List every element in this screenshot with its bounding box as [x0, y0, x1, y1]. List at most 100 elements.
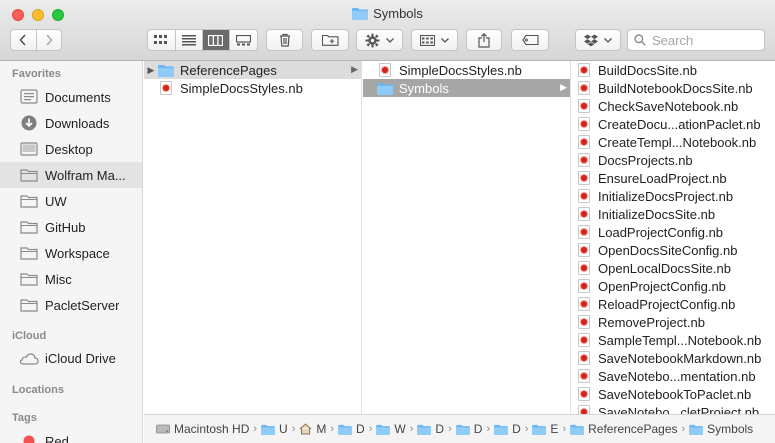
list-item[interactable]: BuildNotebookDocsSite.nb — [572, 79, 775, 97]
list-item[interactable]: SaveNotebookMarkdown.nb — [572, 349, 775, 367]
list-item[interactable]: SaveNotebookToPaclet.nb — [572, 385, 775, 403]
list-item[interactable]: LoadProjectConfig.nb — [572, 223, 775, 241]
new-folder-button[interactable] — [311, 29, 349, 51]
list-item[interactable]: ReloadProjectConfig.nb — [572, 295, 775, 313]
list-item[interactable]: SaveNotebo...cletProject.nb — [572, 403, 775, 414]
toolbar: Symbols Search — [0, 0, 775, 61]
arrange-menu-button[interactable] — [411, 29, 458, 51]
notebook-file-icon — [377, 63, 393, 77]
search-field[interactable]: Search — [627, 29, 765, 51]
path-segment[interactable]: D — [455, 422, 482, 436]
home-icon — [299, 423, 312, 435]
sidebar-header-locations: Locations — [12, 384, 64, 396]
path-segment-label: E — [550, 422, 559, 436]
list-item[interactable]: BuildDocsSite.nb — [572, 61, 775, 79]
list-item[interactable]: OpenLocalDocsSite.nb — [572, 259, 775, 277]
path-segment-label: D — [512, 422, 521, 436]
sidebar-item-workspace[interactable]: Workspace — [0, 240, 142, 266]
list-view-button[interactable] — [176, 30, 203, 50]
sidebar-item-wolfram[interactable]: Wolfram Ma... — [0, 162, 142, 188]
list-item[interactable]: SaveNotebo...mentation.nb — [572, 367, 775, 385]
list-item-label: InitializeDocsSite.nb — [598, 206, 716, 222]
path-segment[interactable]: D — [338, 422, 365, 436]
path-segment[interactable]: D — [417, 422, 444, 436]
sidebar-item-github[interactable]: GitHub — [0, 214, 142, 240]
sidebar-item-label: Wolfram Ma... — [45, 167, 126, 183]
sidebar-item-tag-red[interactable]: Red — [0, 428, 142, 443]
path-segment[interactable]: W — [376, 422, 406, 436]
dropbox-menu-button[interactable] — [575, 29, 621, 51]
list-item[interactable]: OpenProjectConfig.nb — [572, 277, 775, 295]
path-segment[interactable]: M — [299, 422, 326, 436]
folder-icon — [377, 81, 393, 95]
path-segment[interactable]: Macintosh HD — [156, 422, 249, 436]
list-item-label: SimpleDocsStyles.nb — [180, 80, 303, 96]
folder-icon — [352, 8, 369, 20]
list-item[interactable]: Symbols ▶ — [363, 79, 570, 97]
search-placeholder: Search — [652, 32, 694, 48]
back-button[interactable] — [11, 30, 37, 50]
path-segment[interactable]: U — [261, 422, 288, 436]
path-segment[interactable]: D — [494, 422, 521, 436]
list-item[interactable]: ▶ ReferencePages ▶ — [144, 61, 361, 79]
list-item[interactable]: CreateDocu...ationPaclet.nb — [572, 115, 775, 133]
folder-icon — [19, 271, 39, 287]
sidebar-item-label: Downloads — [45, 115, 110, 131]
disk-icon — [156, 423, 170, 435]
folder-icon — [19, 245, 39, 261]
sidebar-item-downloads[interactable]: Downloads — [0, 110, 142, 136]
sidebar-item-uw[interactable]: UW — [0, 188, 142, 214]
downloads-icon — [19, 115, 39, 131]
window-title: Symbols — [0, 6, 775, 21]
path-segment[interactable]: ReferencePages — [570, 422, 678, 436]
list-item[interactable]: InitializeDocsSite.nb — [572, 205, 775, 223]
sidebar-item-icloud-drive[interactable]: iCloud Drive — [0, 345, 142, 371]
forward-button[interactable] — [37, 30, 62, 50]
list-item[interactable]: CreateTempl...Notebook.nb — [572, 133, 775, 151]
edit-tags-button[interactable] — [511, 29, 549, 51]
list-item[interactable]: RemoveProject.nb — [572, 313, 775, 331]
notebook-file-icon — [576, 135, 592, 149]
list-item-label: ReloadProjectConfig.nb — [598, 296, 736, 312]
list-item-label: CreateTempl...Notebook.nb — [598, 134, 757, 150]
list-item[interactable]: EnsureLoadProject.nb — [572, 169, 775, 187]
icon-view-button[interactable] — [148, 30, 176, 50]
finder-window: Symbols Search Favorites Documents Downl… — [0, 0, 775, 443]
path-separator-icon: › — [681, 423, 686, 435]
sidebar-item-pacletserver[interactable]: PacletServer — [0, 292, 142, 318]
notebook-file-icon — [576, 279, 592, 293]
chevron-right-icon — [46, 34, 53, 46]
gallery-view-button[interactable] — [230, 30, 257, 50]
icon-view-icon — [154, 35, 168, 44]
path-segment[interactable]: Symbols — [689, 422, 753, 436]
sidebar-item-desktop[interactable]: Desktop — [0, 136, 142, 162]
list-item[interactable]: SimpleDocsStyles.nb — [363, 61, 570, 79]
disclosure-triangle-icon: ▶ — [147, 64, 155, 75]
sidebar-item-documents[interactable]: Documents — [0, 84, 142, 110]
path-separator-icon: › — [562, 423, 567, 435]
column-view-button[interactable] — [202, 30, 231, 50]
folder-icon — [19, 167, 39, 183]
list-item[interactable]: CheckSaveNotebook.nb — [572, 97, 775, 115]
chevron-right-icon: ▶ — [560, 82, 567, 92]
list-item[interactable]: InitializeDocsProject.nb — [572, 187, 775, 205]
list-item[interactable]: OpenDocsSiteConfig.nb — [572, 241, 775, 259]
folder-icon — [158, 63, 174, 77]
folder-icon — [417, 424, 432, 435]
list-item[interactable]: SimpleDocsStyles.nb — [144, 79, 361, 97]
path-separator-icon: › — [486, 423, 491, 435]
sidebar-header-icloud: iCloud — [12, 330, 47, 342]
desktop-icon — [19, 141, 39, 157]
share-button[interactable] — [466, 29, 502, 51]
folder-icon — [532, 424, 547, 435]
list-item[interactable]: SampleTempl...Notebook.nb — [572, 331, 775, 349]
tag-icon — [521, 35, 539, 45]
folder-icon — [494, 424, 508, 435]
path-segment[interactable]: E — [532, 422, 558, 436]
list-item[interactable]: DocsProjects.nb — [572, 151, 775, 169]
sidebar-item-misc[interactable]: Misc — [0, 266, 142, 292]
path-separator-icon: › — [409, 423, 414, 435]
action-menu-button[interactable] — [356, 29, 403, 51]
folder-icon — [376, 424, 391, 435]
move-to-trash-button[interactable] — [266, 29, 303, 51]
